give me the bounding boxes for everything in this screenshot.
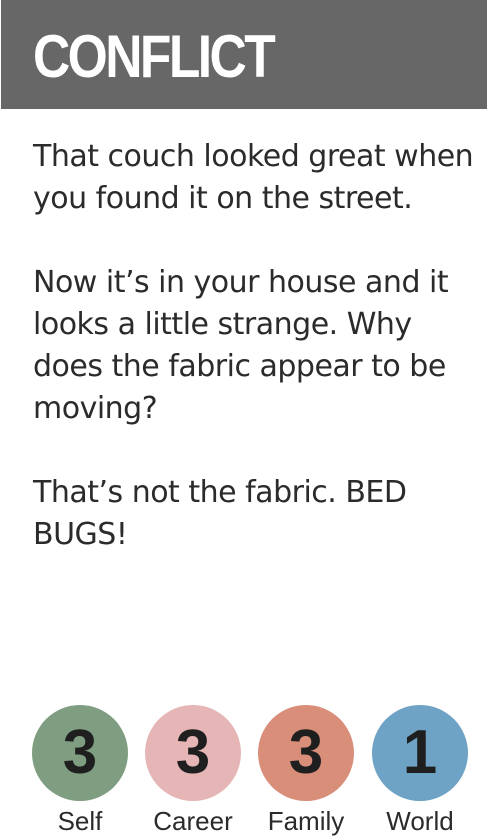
stat-row: 3 Self 3 Career 3 Family 1 World [0,705,488,840]
card-title: CONFLICT [33,23,276,90]
body-paragraph: That’s not the fabric. BED BUGS! [33,475,407,552]
body-paragraph: That couch looked great when you found i… [33,139,474,216]
stat-value: 1 [402,718,438,787]
stat-value: 3 [62,718,98,787]
body-paragraph: Now it’s in your house and it looks a li… [33,265,449,426]
conflict-card: CONFLICT That couch looked great when yo… [0,0,488,840]
stat-value: 3 [288,718,324,787]
card-body: That couch looked great when you found i… [33,136,478,556]
card-header: CONFLICT [1,0,487,109]
stat-label: World [386,806,454,836]
stat-value: 3 [175,718,211,787]
